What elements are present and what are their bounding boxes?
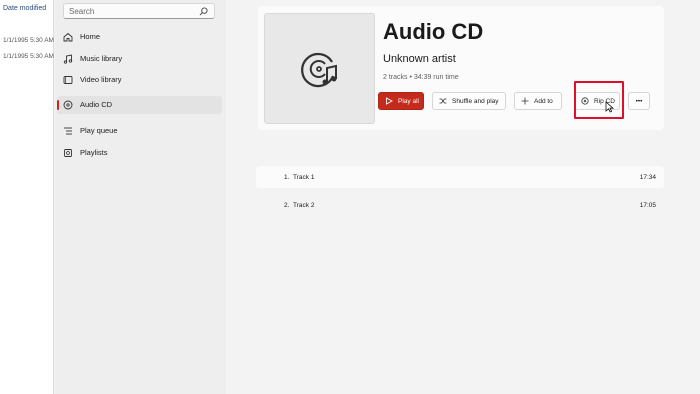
playlist-icon <box>64 149 72 157</box>
sidebar-item-label: Playlists <box>80 148 108 157</box>
main-content: Audio CD Unknown artist 2 tracks • 34:39… <box>226 0 700 394</box>
file-explorer-pane: Date modified 1/1/1995 5:30 AM 1/1/1995 … <box>0 0 54 394</box>
album-title: Audio CD <box>383 19 484 44</box>
album-artist[interactable]: Unknown artist <box>383 53 456 65</box>
home-icon <box>63 32 73 42</box>
sidebar-item-label: Music library <box>80 54 123 63</box>
album-meta: 2 tracks • 34:39 run time <box>383 74 459 81</box>
album-header-card: Audio CD Unknown artist 2 tracks • 34:39… <box>258 6 664 130</box>
plus-icon <box>521 97 529 105</box>
sidebar-item-label: Audio CD <box>80 100 113 109</box>
sidebar-item-playlists[interactable]: Playlists <box>57 144 222 162</box>
shuffle-and-play-button[interactable]: Shuffle and play <box>432 92 506 110</box>
track-title: Track 2 <box>293 201 315 209</box>
add-to-button[interactable]: Add to <box>514 92 562 110</box>
sidebar-item-play-queue[interactable]: Play queue <box>57 122 222 140</box>
shuffle-label: Shuffle and play <box>452 97 499 105</box>
date-modified-header[interactable]: Date modified <box>3 5 46 12</box>
queue-icon <box>64 127 72 135</box>
disc-icon <box>63 100 73 110</box>
sidebar-item-audio-cd[interactable]: Audio CD <box>57 96 222 114</box>
track-number: 2. <box>284 201 290 209</box>
track-number: 1. <box>284 173 290 181</box>
play-all-button[interactable]: Play all <box>378 92 424 110</box>
track-duration: 17:34 <box>639 173 656 181</box>
play-icon <box>386 97 393 105</box>
sidebar-item-label: Play queue <box>80 126 118 135</box>
album-art <box>264 13 375 124</box>
more-options-button[interactable]: ••• <box>628 92 650 110</box>
track-title: Track 1 <box>293 173 315 181</box>
active-indicator <box>57 100 59 110</box>
video-icon <box>63 76 73 84</box>
mouse-cursor-icon <box>605 101 614 113</box>
sidebar-item-label: Video library <box>80 75 122 84</box>
add-to-label: Add to <box>534 97 553 105</box>
sidebar-item-label: Home <box>80 32 101 41</box>
search-input[interactable] <box>69 6 194 17</box>
file-row-date[interactable]: 1/1/1995 5:30 AM <box>3 53 54 60</box>
search-box[interactable] <box>63 3 215 19</box>
track-row[interactable]: 1. Track 1 17:34 <box>256 166 664 188</box>
sidebar-item-home[interactable]: Home <box>57 28 222 46</box>
search-icon[interactable] <box>199 7 208 16</box>
file-row-date[interactable]: 1/1/1995 5:30 AM <box>3 37 54 44</box>
music-note-icon <box>63 54 73 64</box>
play-all-label: Play all <box>398 97 419 105</box>
sidebar-item-video-library[interactable]: Video library <box>57 71 222 89</box>
rip-cd-icon <box>581 97 589 105</box>
sidebar: Home Music library Video library Audio C… <box>55 0 226 394</box>
sidebar-item-music-library[interactable]: Music library <box>57 50 222 68</box>
shuffle-icon <box>439 98 447 104</box>
more-icon: ••• <box>635 97 643 105</box>
track-row[interactable]: 2. Track 2 17:05 <box>256 194 664 216</box>
cd-music-icon <box>301 52 337 88</box>
track-duration: 17:05 <box>639 201 656 209</box>
